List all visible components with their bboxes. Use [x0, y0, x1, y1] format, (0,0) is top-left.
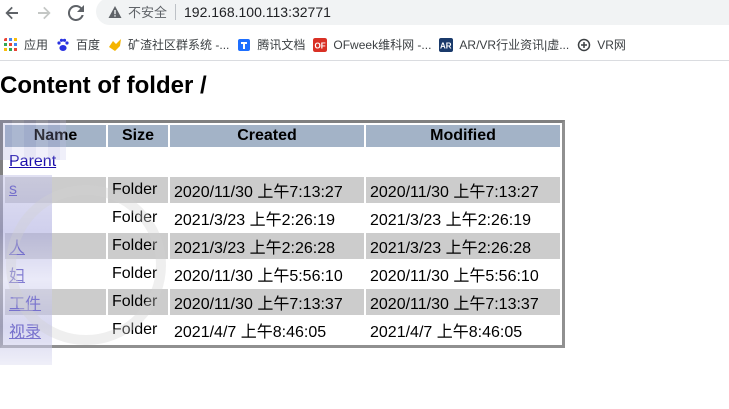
table-row: 视录 Folder 2021/4/7 上午8:46:05 2021/4/7 上午…	[5, 317, 560, 343]
page-title: Content of folder /	[0, 72, 207, 99]
bookmark-label: 腾讯文档	[257, 38, 306, 52]
bookmark-label: AR/VR行业资讯|虚...	[459, 38, 570, 52]
table-row-parent: Parent	[5, 149, 560, 175]
arvr-icon: AR	[439, 37, 454, 52]
created-cell: 2021/4/7 上午8:46:05	[174, 324, 327, 341]
table-header-row: Name Size Created Modified	[5, 125, 560, 147]
bookmark-tencent-docs[interactable]: 腾讯文档	[233, 34, 309, 56]
bookmark-baidu[interactable]: 百度	[52, 34, 104, 56]
created-cell: 2020/11/30 上午5:56:10	[174, 268, 343, 285]
created-cell: 2020/11/30 上午7:13:37	[170, 289, 364, 315]
redaction-mosaic	[0, 120, 66, 160]
modified-cell: 2021/3/23 上午2:26:28	[366, 233, 560, 259]
bookmark-label: OFweek维科网 -...	[333, 38, 432, 52]
size-cell: Folder	[112, 209, 158, 226]
table-row: Folder 2021/3/23 上午2:26:19 2021/3/23 上午2…	[5, 205, 560, 231]
table-row: 工件 Folder 2020/11/30 上午7:13:37 2020/11/3…	[5, 289, 560, 315]
modified-cell: 2020/11/30 上午7:13:37	[366, 289, 560, 315]
size-cell: Folder	[112, 321, 158, 338]
url-text[interactable]: 192.168.100.113:32771	[184, 4, 331, 20]
address-bar[interactable]: 不安全 192.168.100.113:32771	[96, 0, 729, 25]
bookmark-label: VR网	[597, 38, 626, 52]
column-header-modified[interactable]: Modified	[366, 125, 560, 147]
bookmark-label: 应用	[24, 38, 49, 52]
svg-text:AR: AR	[440, 41, 452, 50]
size-cell	[108, 149, 168, 175]
ofweek-icon: OF	[313, 37, 328, 52]
modified-cell: 2020/11/30 上午5:56:10	[370, 268, 539, 285]
modified-cell	[366, 149, 560, 175]
column-header-size[interactable]: Size	[108, 125, 168, 147]
size-cell: Folder	[108, 289, 168, 315]
bookmark-label: 百度	[76, 38, 101, 52]
bookmark-arvr[interactable]: AR AR/VR行业资讯|虚...	[435, 34, 573, 56]
column-header-created[interactable]: Created	[170, 125, 364, 147]
forward-arrow-icon[interactable]	[34, 3, 54, 23]
redaction-mosaic	[0, 175, 52, 365]
modified-cell: 2021/4/7 上午8:46:05	[370, 324, 523, 341]
community-icon	[109, 38, 122, 51]
apps-grid-icon	[4, 37, 17, 51]
created-cell	[170, 149, 364, 175]
size-cell: Folder	[112, 265, 158, 282]
baidu-paw-icon	[57, 38, 69, 51]
modified-cell: 2020/11/30 上午7:13:27	[366, 177, 560, 203]
created-cell: 2021/3/23 上午2:26:19	[174, 212, 336, 229]
reload-icon[interactable]	[66, 3, 86, 23]
warning-triangle-icon	[108, 5, 122, 18]
svg-text:OF: OF	[315, 41, 326, 50]
size-cell: Folder	[108, 233, 168, 259]
modified-cell: 2021/3/23 上午2:26:19	[370, 212, 532, 229]
bookmark-apps[interactable]: 应用	[0, 34, 52, 56]
bookmark-vr[interactable]: VR网	[573, 34, 630, 56]
table-row: 妇 Folder 2020/11/30 上午5:56:10 2020/11/30…	[5, 261, 560, 287]
table-row: s Folder 2020/11/30 上午7:13:27 2020/11/30…	[5, 177, 560, 203]
created-cell: 2020/11/30 上午7:13:27	[170, 177, 364, 203]
table-row: 人 Folder 2021/3/23 上午2:26:28 2021/3/23 上…	[5, 233, 560, 259]
folder-table: Name Size Created Modified Parent s Fold…	[3, 123, 562, 345]
vr-headset-icon	[577, 38, 591, 51]
bookmark-label: 矿渣社区群系统 -...	[128, 38, 230, 52]
security-label[interactable]: 不安全	[128, 2, 167, 21]
bookmark-ofweek[interactable]: OF OFweek维科网 -...	[309, 34, 435, 56]
size-cell: Folder	[108, 177, 168, 203]
bookmarks-bar: 应用 百度 矿渣社区群系统 -... 腾讯文档 OF OFweek维科网 -..…	[0, 32, 729, 57]
bookmark-community[interactable]: 矿渣社区群系统 -...	[104, 34, 233, 56]
tencent-docs-icon	[238, 38, 251, 51]
folder-listing: Name Size Created Modified Parent s Fold…	[0, 120, 565, 348]
address-separator	[175, 3, 177, 20]
back-arrow-icon[interactable]	[2, 3, 22, 23]
browser-toolbar: 不安全 192.168.100.113:32771	[0, 0, 729, 25]
created-cell: 2021/3/23 上午2:26:28	[170, 233, 364, 259]
toolbar-divider	[0, 60, 729, 61]
